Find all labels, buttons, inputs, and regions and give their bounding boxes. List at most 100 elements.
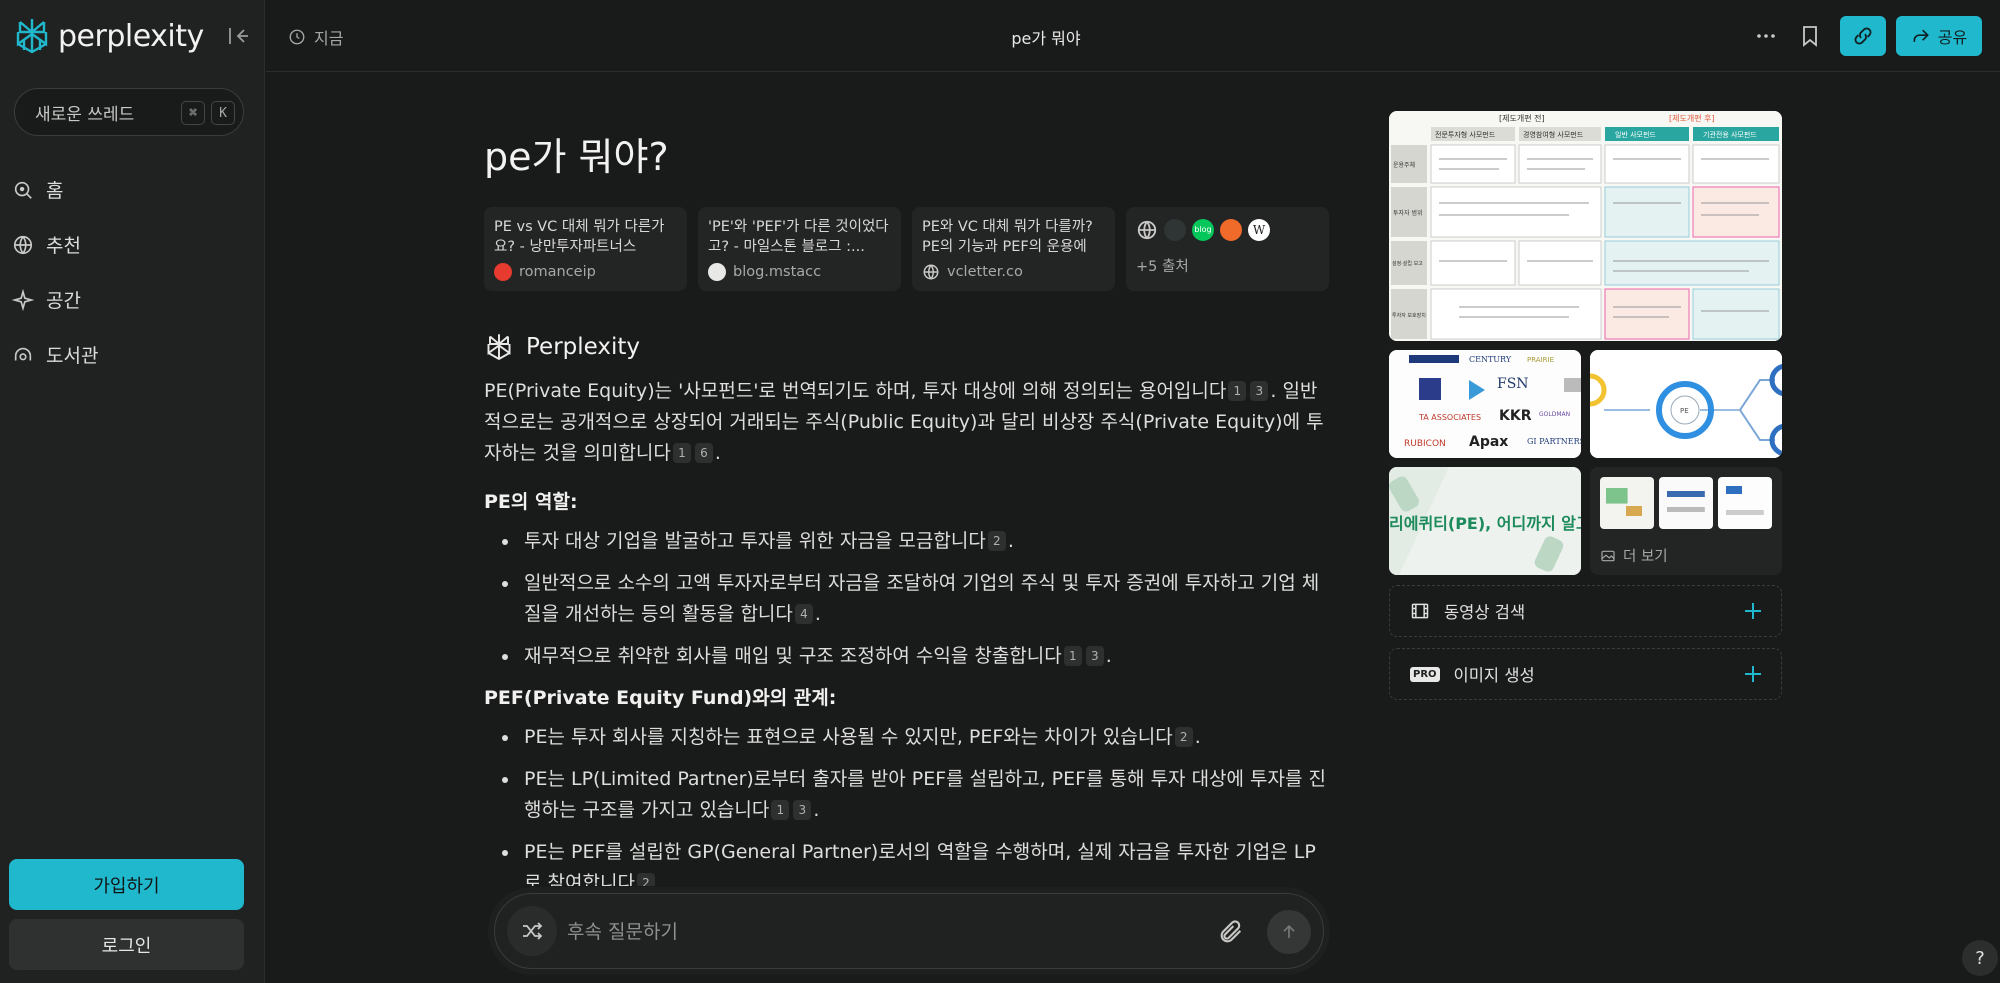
sidebar-item-home[interactable]: 홈 [10,162,98,217]
shortcut-k-key: K [211,101,235,125]
share-icon [1913,29,1929,42]
svg-text:PRAIRIE: PRAIRIE [1527,356,1554,364]
source-card[interactable]: PE와 VC 대체 뭐가 다를까? PE의 기능과 PEF의 운용에 ... v… [912,207,1115,291]
list-item: PE는 PEF를 설립한 GP(General Partner)로서의 역할을 … [484,837,1330,886]
citation[interactable]: 1 [1228,381,1247,401]
list-item: PE는 LP(Limited Partner)로부터 출자를 받아 PEF를 설… [484,764,1330,826]
more-options-icon[interactable] [1754,24,1778,48]
more-images-button[interactable]: 더 보기 [1590,467,1782,575]
more-images-text: 더 보기 [1623,549,1668,565]
list-item-text: 재무적으로 취약한 회사를 매입 및 구조 조정하여 수익을 창출합니다 [524,645,1062,667]
sidebar-item-library[interactable]: 도서관 [10,327,98,382]
citation[interactable]: 6 [694,443,713,463]
fund-comparison-table-image: [제도개편 전] [제도개편 후] 전문투자형 사모펀드 경영참여형 사모펀드 … [1389,111,1782,341]
search-icon [14,181,32,199]
login-button[interactable]: 로그인 [9,919,244,970]
sources-row: PE vs VC 대체 뭐가 다른가요? - 낭만투자파트너스 romancei… [484,207,1329,291]
video-search-label: 동영상 검색 [1444,603,1526,622]
citation[interactable]: 2 [636,873,655,886]
pe-structure-diagram-image: PE [1590,350,1782,458]
result-image-banner[interactable]: 리에퀴티(PE), 어디까지 알고 있니 [1389,467,1581,575]
new-thread-button[interactable]: 새로운 쓰레드 ⌘ K [14,88,244,136]
result-image-diagram[interactable]: PE [1590,350,1782,458]
sidebar-item-spaces[interactable]: 공간 [10,272,98,327]
image-label: GI PARTNERS [1527,437,1581,446]
signup-button[interactable]: 가입하기 [9,859,244,910]
favicon-row: blog W [1136,219,1319,241]
thumbnail [1600,477,1654,529]
focus-mode-button[interactable] [507,906,557,956]
shortcut-cmd-key: ⌘ [181,101,205,125]
news-favicon-icon [1220,219,1242,241]
citation[interactable]: 2 [987,531,1006,551]
pe-banner-image: 리에퀴티(PE), 어디까지 알고 있니 [1389,467,1581,575]
image-label: 리에퀴티(PE), 어디까지 알고 있니 [1389,514,1581,533]
more-sources-card[interactable]: blog W +5 출처 [1126,207,1329,291]
source-card[interactable]: PE vs VC 대체 뭐가 다른가요? - 낭만투자파트너스 romancei… [484,207,687,291]
collapse-sidebar-icon[interactable] [226,24,250,48]
followup-bar [494,893,1324,969]
source-site-label: vcletter.co [947,264,1023,280]
list-item: 재무적으로 취약한 회사를 매입 및 구조 조정하여 수익을 창출합니다 1 3. [484,641,1330,672]
citation[interactable]: 3 [793,800,812,820]
list-item-text: 투자 대상 기업을 발굴하고 투자를 위한 자금을 모금합니다 [524,530,986,552]
more-sources-label: +5 출처 [1136,259,1189,275]
sidebar-item-label: 추천 [46,235,81,257]
blog-favicon-icon: blog [1192,219,1214,241]
globe-icon [1137,220,1157,240]
bookmark-icon[interactable] [1798,24,1822,48]
help-button[interactable]: ? [1962,940,1998,976]
citation[interactable]: 4 [794,604,813,624]
source-card[interactable]: 'PE'와 'PEF'가 다른 것이었다고? - 마일스톤 블로그 :... b… [698,207,901,291]
sparkle-icon [12,288,34,311]
image-generate-button[interactable]: PRO 이미지 생성 [1389,648,1782,700]
image-label: 경영참여형 사모펀드 [1523,130,1584,139]
image-label: [제도개편 전] [1499,113,1545,123]
image-label: 설정·설립 보고 [1392,260,1423,267]
image-label: RUBICON [1404,439,1446,449]
thread-header: 지금 pe가 뭐야 공유 [266,0,2000,72]
sidebar-item-label: 공간 [46,290,81,312]
section-list: 투자 대상 기업을 발굴하고 투자를 위한 자금을 모금합니다 2. 일반적으로 … [484,526,1330,672]
paperclip-icon[interactable] [1217,918,1245,946]
image-generate-label: 이미지 생성 [1453,666,1535,685]
image-label: CENTURY [1469,355,1512,364]
section-heading: PEF(Private Equity Fund)와의 관계: [484,687,837,709]
section-heading: PE의 역할: [484,491,578,513]
romanceip-favicon-icon [494,263,512,281]
logo[interactable]: perplexity [12,16,204,56]
sidebar-item-label: 홈 [46,180,64,202]
share-button[interactable]: 공유 [1896,16,1982,56]
result-image-logos[interactable]: CENTURY PRAIRIE FSN TA ASSOCIATES KKR GO… [1389,350,1581,458]
pro-badge: PRO [1410,666,1440,682]
list-item: PE는 투자 회사를 지칭하는 표현으로 사용될 수 있지만, PEF와는 차이… [484,722,1330,753]
copy-link-button[interactable] [1840,16,1886,56]
question-title: pe가 뭐야? [484,135,669,179]
answer-body: PE(Private Equity)는 '사모펀드'로 번역되기도 하며, 투자… [484,376,1330,886]
citation[interactable]: 3 [1250,381,1269,401]
sidebar-item-discover[interactable]: 추천 [10,217,98,272]
submit-button[interactable] [1267,910,1311,954]
citation[interactable]: 3 [1085,646,1104,666]
wikipedia-favicon-icon: W [1248,219,1270,241]
thumbnail [1718,477,1772,529]
source-site-label: romanceip [519,264,596,280]
citation[interactable]: 1 [1063,646,1082,666]
section-list: PE는 투자 회사를 지칭하는 표현으로 사용될 수 있지만, PEF와는 차이… [484,722,1330,886]
result-image-main[interactable]: [제도개편 전] [제도개편 후] 전문투자형 사모펀드 경영참여형 사모펀드 … [1389,111,1782,341]
image-label: KKR [1499,408,1532,424]
citation[interactable]: 2 [1174,727,1193,747]
source-site: vcletter.co [922,263,1105,281]
image-label: 일반 사모펀드 [1615,130,1656,139]
link-icon [1854,27,1872,45]
shuffle-icon [523,922,543,940]
answer-text: PE(Private Equity)는 '사모펀드'로 번역되기도 하며, 투자… [484,380,1227,402]
citation[interactable]: 1 [672,443,691,463]
citation[interactable]: 1 [771,800,790,820]
video-search-button[interactable]: 동영상 검색 [1389,585,1782,637]
followup-input[interactable] [567,912,1167,952]
source-title: 'PE'와 'PEF'가 다른 것이었다고? - 마일스톤 블로그 :... [708,219,889,255]
image-label: FSN [1497,376,1529,392]
answer-intro: PE(Private Equity)는 '사모펀드'로 번역되기도 하며, 투자… [484,376,1330,469]
sidebar: perplexity 새로운 쓰레드 ⌘ K 홈 추천 공간 도서관 가입하기 … [0,0,265,983]
